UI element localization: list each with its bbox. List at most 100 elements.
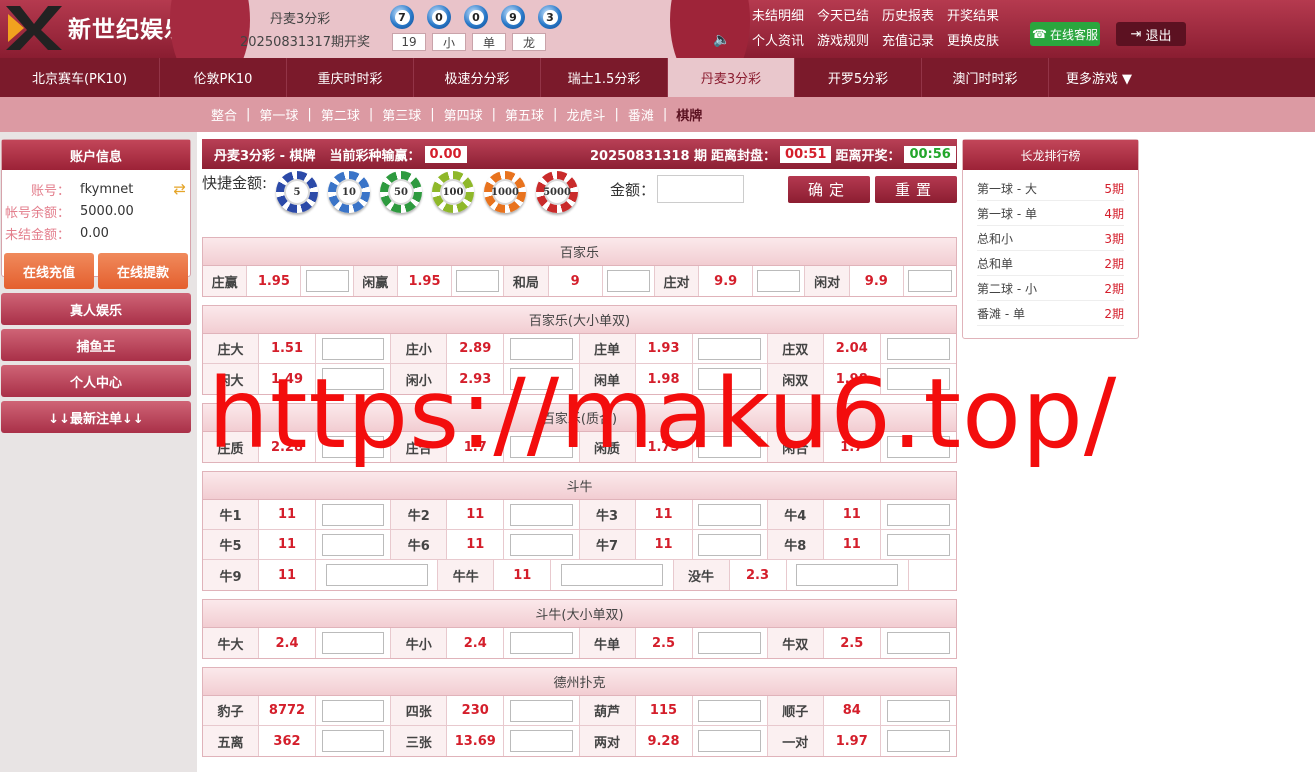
bet-amount-input[interactable]	[510, 533, 573, 556]
bet-amount-input[interactable]	[510, 730, 573, 752]
link-rules[interactable]: 游戏规则	[817, 30, 869, 49]
bet-amount-input[interactable]	[325, 564, 428, 586]
bet-amount-input[interactable]	[698, 632, 761, 654]
chip-10[interactable]: 10	[328, 171, 370, 213]
link-settled-today[interactable]: 今天已结	[817, 5, 869, 24]
link-recharge-records[interactable]: 充值记录	[882, 30, 934, 49]
subnav-ball-5[interactable]: 第五球	[505, 105, 544, 124]
link-unsettled[interactable]: 未结明细	[752, 5, 804, 24]
nav-more-games[interactable]: 更多游戏 ▼	[1049, 58, 1149, 97]
bet-amount-cell	[693, 364, 768, 394]
bet-amount-input[interactable]	[510, 436, 573, 458]
bet-amount-input[interactable]	[886, 503, 950, 526]
bet-amount-input[interactable]	[510, 699, 573, 722]
bet-odds: 1.75	[636, 432, 693, 462]
menu-latest-bets[interactable]: ↓↓最新注单↓↓	[1, 401, 191, 433]
bet-amount-input[interactable]	[510, 632, 573, 654]
bet-amount-input[interactable]	[321, 699, 385, 722]
menu-personal-center[interactable]: 个人中心	[1, 365, 191, 397]
confirm-button[interactable]: 确定	[788, 176, 870, 203]
bet-amount-input[interactable]	[886, 436, 950, 458]
subnav-ball-2[interactable]: 第二球	[321, 105, 360, 124]
nav-item-bjpk10[interactable]: 北京赛车(PK10)	[0, 58, 160, 97]
chip-50[interactable]: 50	[380, 171, 422, 213]
subnav-ball-4[interactable]: 第四球	[444, 105, 483, 124]
bet-amount-input[interactable]	[321, 503, 385, 526]
result-parity: 单	[472, 33, 506, 51]
nav-item-jisu[interactable]: 极速分分彩	[414, 58, 541, 97]
nav-item-macau[interactable]: 澳门时时彩	[922, 58, 1049, 97]
chip-1000[interactable]: 1000	[484, 171, 526, 213]
bet-amount-input[interactable]	[886, 368, 950, 390]
chip-100[interactable]: 100	[432, 171, 474, 213]
nav-item-swiss[interactable]: 瑞士1.5分彩	[541, 58, 668, 97]
reset-button[interactable]: 重置	[875, 176, 957, 203]
bet-amount-cell	[504, 696, 580, 725]
chip-5[interactable]: 5	[276, 171, 318, 213]
bet-amount-input[interactable]	[886, 730, 950, 752]
bet-amount-input[interactable]	[321, 730, 385, 752]
bet-amount-input[interactable]	[510, 503, 573, 526]
customer-service-button[interactable]: ☎ 在线客服	[1030, 22, 1100, 46]
link-draw-results[interactable]: 开奖结果	[947, 5, 999, 24]
bet-amount-input[interactable]	[698, 436, 761, 458]
bet-amount-input[interactable]	[698, 699, 761, 722]
bet-name: 和局	[504, 266, 549, 296]
logout-button[interactable]: ⇥ 退出	[1116, 22, 1186, 46]
bet-amount-input[interactable]	[560, 564, 663, 586]
nav-item-cairo[interactable]: 开罗5分彩	[795, 58, 922, 97]
menu-live-casino[interactable]: 真人娱乐	[1, 293, 191, 325]
nav-item-london-pk10[interactable]: 伦敦PK10	[160, 58, 287, 97]
bet-amount-input[interactable]	[321, 368, 385, 390]
subnav-dragon-tiger[interactable]: 龙虎斗	[566, 105, 605, 124]
bet-amount-input[interactable]	[886, 699, 950, 722]
link-profile[interactable]: 个人资讯	[752, 30, 804, 49]
link-history[interactable]: 历史报表	[882, 5, 934, 24]
bet-amount-input[interactable]	[908, 270, 952, 292]
amount-input[interactable]	[657, 175, 744, 203]
bet-amount-cell	[603, 266, 655, 296]
bet-amount-input[interactable]	[321, 337, 385, 360]
bet-amount-input[interactable]	[510, 368, 573, 390]
bet-amount-input[interactable]	[510, 337, 573, 360]
nav-item-denmark[interactable]: 丹麦3分彩	[668, 58, 795, 97]
bet-amount-cell	[693, 500, 768, 529]
bet-amount-input[interactable]	[606, 270, 650, 292]
bet-amount-cell	[693, 628, 768, 658]
unsettled-label: 未结金额：	[4, 227, 70, 243]
bet-amount-input[interactable]	[757, 270, 801, 292]
withdraw-button[interactable]: 在线提款	[98, 253, 188, 289]
menu-fishing[interactable]: 捕鱼王	[1, 329, 191, 361]
bet-amount-input[interactable]	[698, 337, 761, 360]
bet-amount-input[interactable]	[305, 270, 349, 292]
bet-amount-cell	[316, 628, 392, 658]
bet-amount-input[interactable]	[456, 270, 500, 292]
bet-amount-cell	[504, 364, 580, 394]
bet-amount-cell	[693, 334, 768, 363]
subnav-ball-1[interactable]: 第一球	[259, 105, 298, 124]
bet-amount-input[interactable]	[886, 533, 950, 556]
subnav-fantan[interactable]: 番滩	[628, 105, 654, 124]
refresh-icon[interactable]: ⇄	[173, 180, 186, 198]
bet-amount-input[interactable]	[886, 632, 950, 654]
chip-5000[interactable]: 5000	[536, 171, 578, 213]
subnav-chess-cards[interactable]: 棋牌	[676, 105, 702, 124]
link-change-skin[interactable]: 更换皮肤	[947, 30, 999, 49]
bet-amount-input[interactable]	[321, 533, 385, 556]
bet-amount-input[interactable]	[886, 337, 950, 360]
bet-amount-input[interactable]	[698, 503, 761, 526]
bet-status-bar: 丹麦3分彩 - 棋牌 当前彩种输赢： 0.00 20250831318 期 距离…	[202, 139, 957, 169]
recharge-button[interactable]: 在线充值	[4, 253, 94, 289]
bet-amount-input[interactable]	[698, 533, 761, 556]
bet-amount-input[interactable]	[796, 564, 899, 586]
bet-amount-input[interactable]	[321, 632, 385, 654]
bet-amount-input[interactable]	[321, 436, 385, 458]
bet-name: 闲合	[767, 432, 824, 462]
bet-amount-input[interactable]	[698, 368, 761, 390]
nav-item-chongqing[interactable]: 重庆时时彩	[287, 58, 414, 97]
speaker-icon[interactable]: 🔈	[713, 32, 730, 48]
draw-results: 19 小 单 龙	[392, 33, 546, 51]
subnav-ball-3[interactable]: 第三球	[382, 105, 421, 124]
bet-amount-input[interactable]	[698, 730, 761, 752]
subnav-all[interactable]: 整合	[211, 105, 237, 124]
